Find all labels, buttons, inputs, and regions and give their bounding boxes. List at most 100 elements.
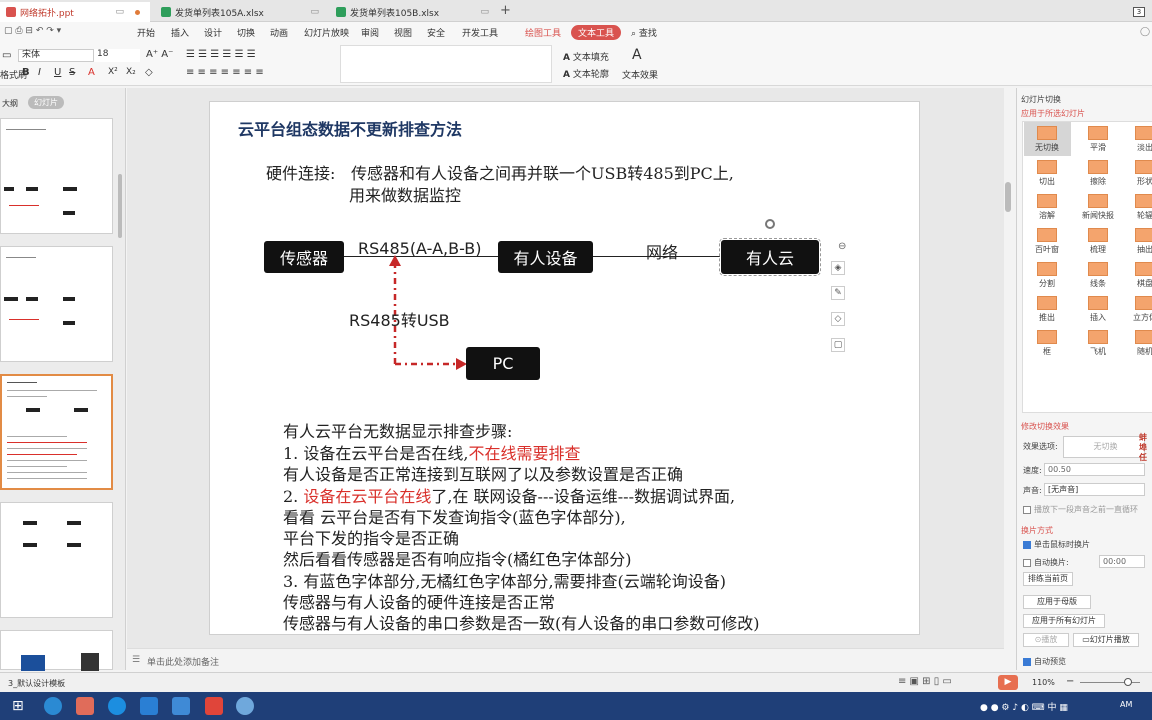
menu-developer[interactable]: 开发工具 [462, 26, 498, 39]
slideshow-button[interactable]: ▭幻灯片播放 [1073, 633, 1139, 647]
font-color-icon[interactable]: A [88, 67, 95, 78]
speed-input[interactable]: 00.50 [1044, 463, 1145, 476]
wps-writer-icon[interactable] [140, 697, 158, 715]
transition-wipe[interactable]: 擦除 [1078, 160, 1118, 187]
chat-icon[interactable]: ◯ [1140, 27, 1150, 37]
slide[interactable]: 云平台组态数据不更新排查方法 硬件连接: 传感器和有人设备之间再并联一个USB转… [209, 101, 920, 635]
tab-xlsx-b[interactable]: 发货单列表105B.xlsx ▭ [330, 2, 495, 22]
wps-icon[interactable] [205, 697, 223, 715]
transition-fade[interactable]: 淡出 [1125, 126, 1152, 153]
device-box[interactable]: 有人设备 [498, 241, 593, 273]
zoom-slider-thumb[interactable] [1124, 678, 1132, 686]
store-icon[interactable] [76, 697, 94, 715]
transition-wheel[interactable]: 轮辐 [1125, 194, 1152, 221]
slide-title[interactable]: 云平台组态数据不更新排查方法 [238, 116, 462, 140]
italic-icon[interactable]: I [38, 67, 41, 78]
step-1-detail[interactable]: 有人设备是否正常连接到互联网了以及参数设置是否正确 [283, 461, 683, 485]
menu-text-tools[interactable]: 文本工具 [571, 25, 622, 40]
play-slideshow-icon[interactable]: ▶ [998, 675, 1018, 690]
outline-tab[interactable]: 大纲 [2, 98, 18, 109]
transition-airplane[interactable]: 飞机 [1078, 330, 1118, 357]
browser-icon[interactable] [108, 697, 126, 715]
transition-smooth[interactable]: 平滑 [1078, 126, 1118, 153]
step-3-detail-2[interactable]: 传感器与有人设备的串口参数是否一致(有人设备的串口参数可修改) [283, 610, 760, 634]
subscript-icon[interactable]: X₂ [126, 67, 136, 77]
apply-to-master-button[interactable]: 应用于母版 [1023, 595, 1091, 609]
menu-insert[interactable]: 插入 [171, 26, 189, 39]
usb-label[interactable]: RS485转USB [349, 307, 450, 331]
frame-icon[interactable]: ▢ [831, 338, 845, 352]
transition-checker[interactable]: 棋盘 [1125, 262, 1152, 289]
loop-sound-checkbox[interactable]: 播放下一段声音之前一直循环 [1023, 504, 1138, 515]
apply-to-all-button[interactable]: 应用于所有幻灯片 [1023, 614, 1105, 628]
thumbnail-scrollbar[interactable] [118, 174, 122, 238]
underline-icon[interactable]: U [54, 67, 61, 78]
pc-box[interactable]: PC [466, 347, 540, 380]
transition-dissolve[interactable]: 溶解 [1027, 194, 1067, 221]
transition-insert[interactable]: 插入 [1078, 296, 1118, 323]
transition-shape[interactable]: 形状 [1125, 160, 1152, 187]
bold-icon[interactable]: B [22, 67, 30, 78]
on-click-checkbox[interactable]: 单击鼠标时换片 [1023, 539, 1090, 550]
text-outline-button[interactable]: A 文本轮廓 [563, 67, 609, 80]
play-button[interactable]: ⊙播放 [1023, 633, 1069, 647]
transition-cube[interactable]: 立方体 [1125, 296, 1152, 323]
hardware-line-1[interactable]: 传感器和有人设备之间再并联一个USB转485到PC上, [351, 160, 734, 184]
new-tab-button[interactable]: + [500, 3, 511, 18]
auto-preview-checkbox[interactable]: 自动预览 [1023, 656, 1066, 667]
eraser-icon[interactable]: ◇ [145, 67, 153, 78]
fill-icon[interactable]: ◇ [831, 312, 845, 326]
transition-none[interactable]: 无切换 [1027, 126, 1067, 153]
slide-thumbnail-3[interactable] [0, 374, 113, 490]
start-icon[interactable]: ⊞ [12, 698, 24, 714]
transition-pull[interactable]: 抽出 [1125, 228, 1152, 255]
transition-blinds[interactable]: 百叶窗 [1027, 228, 1067, 255]
rotate-handle-icon[interactable] [765, 219, 775, 229]
step-2-detail-3[interactable]: 然后看看传感器是否有响应指令(橘红色字体部分) [283, 546, 632, 570]
menu-design[interactable]: 设计 [204, 26, 222, 39]
layers-icon[interactable]: ◈ [831, 261, 845, 275]
slide-thumbnail-4[interactable] [0, 502, 113, 618]
auto-advance-time[interactable]: 00:00 [1099, 555, 1145, 568]
hardware-line-2[interactable]: 用来做数据监控 [349, 182, 461, 206]
transition-cut[interactable]: 切出 [1027, 160, 1067, 187]
quick-access-icons[interactable]: ▢ ⎙ ⊟ ↶ ↷ ▾ [4, 26, 61, 36]
view-mode-icons[interactable]: ≡ ▣ ⊞ ▯ ▭ [898, 676, 952, 687]
monitor-icon[interactable]: ▭ [310, 7, 319, 17]
window-count-badge[interactable]: 3 [1133, 7, 1145, 17]
network-label[interactable]: 网络 [646, 239, 678, 263]
superscript-icon[interactable]: X² [108, 67, 118, 77]
text-effect-button[interactable]: 文本效果 [622, 68, 658, 81]
font-size-select[interactable]: 18 [93, 49, 140, 62]
tab-ppt[interactable]: 网络拓扑.ppt ▭ [0, 2, 150, 22]
template-name[interactable]: 3_默认设计模板 [8, 678, 65, 689]
zoom-level[interactable]: 110% [1032, 678, 1055, 687]
cloud-box[interactable]: 有人云 [719, 238, 821, 276]
bullet-list-icon[interactable]: ☰ ☰ ☰ ☰ ☰ ☰ [186, 49, 256, 60]
monitor-icon[interactable]: ▭ [115, 7, 124, 17]
edge-icon[interactable] [44, 697, 62, 715]
canvas-scrollbar[interactable] [1005, 182, 1011, 212]
tray-icons[interactable]: ● ● ⚙ ♪ ◐ ⌨ 中 ▦ [980, 700, 1068, 713]
notes-pane[interactable]: ☰ 单击此处添加备注 [127, 648, 1004, 670]
transition-comb[interactable]: 梳理 [1078, 228, 1118, 255]
effect-options-select[interactable]: 无切换 [1063, 436, 1145, 458]
slide-thumbnail-1[interactable] [0, 118, 113, 234]
menu-security[interactable]: 安全 [427, 26, 445, 39]
hardware-label[interactable]: 硬件连接: [266, 160, 335, 184]
menu-transition[interactable]: 切换 [237, 26, 255, 39]
transition-newsflash[interactable]: 新闻快报 [1078, 194, 1118, 221]
transition-split[interactable]: 分割 [1027, 262, 1067, 289]
align-icons[interactable]: ≡ ≡ ≡ ≡ ≡ ≡ ≡ [186, 67, 264, 78]
auto-advance-checkbox[interactable]: 自动换片: [1023, 557, 1069, 568]
transition-lines[interactable]: 线条 [1078, 262, 1118, 289]
app-icon[interactable] [172, 697, 190, 715]
paste-icon[interactable]: ▭ [2, 50, 11, 61]
menu-review[interactable]: 审阅 [361, 26, 379, 39]
grow-font-icon[interactable]: A⁺ A⁻ [146, 49, 173, 60]
menu-animation[interactable]: 动画 [270, 26, 288, 39]
text-fill-button[interactable]: A 文本填充 [563, 50, 609, 63]
slide-thumbnail-5[interactable] [0, 630, 113, 671]
menu-view[interactable]: 视图 [394, 26, 412, 39]
text-effect-icon[interactable]: A [632, 47, 642, 63]
